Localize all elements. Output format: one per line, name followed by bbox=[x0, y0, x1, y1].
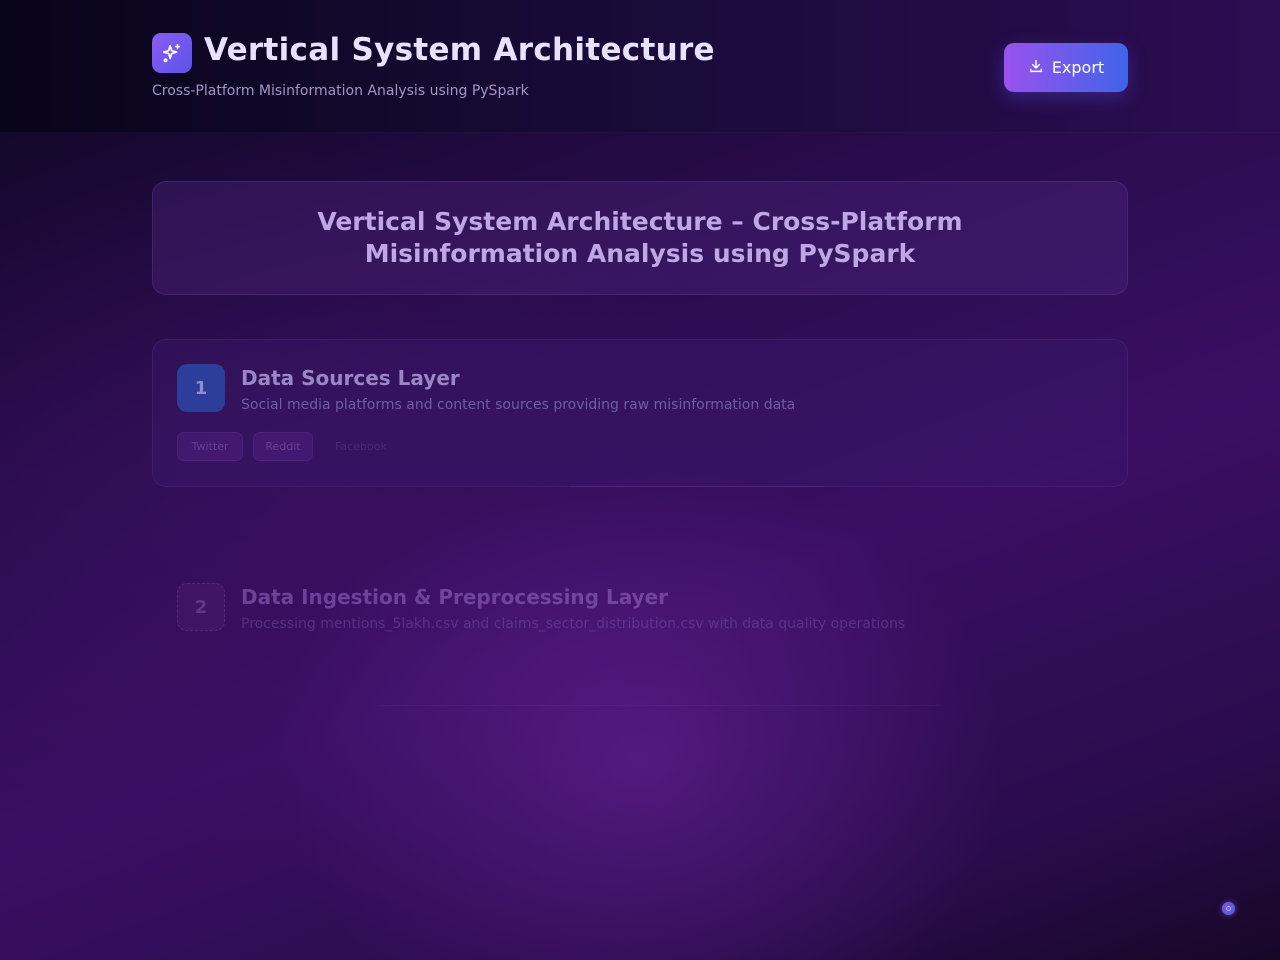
layer-number-badge: 2 bbox=[177, 583, 225, 631]
layer-description: Social media platforms and content sourc… bbox=[241, 397, 796, 413]
layer-description: Processing mentions_5lakh.csv and claims… bbox=[241, 616, 906, 632]
app-header: Vertical System Architecture Cross-Platf… bbox=[0, 0, 1280, 133]
layer-title: Data Sources Layer bbox=[241, 366, 460, 390]
architecture-title-card: Vertical System Architecture – Cross-Pla… bbox=[152, 181, 1128, 295]
connector-line bbox=[570, 486, 824, 487]
architecture-heading: Vertical System Architecture – Cross-Pla… bbox=[317, 207, 963, 268]
sparkles-icon bbox=[152, 33, 192, 73]
layer-number-badge: 1 bbox=[177, 364, 225, 412]
page-title: Vertical System Architecture bbox=[204, 32, 715, 68]
source-chip-reddit[interactable]: Reddit bbox=[253, 432, 313, 461]
help-indicator-icon[interactable] bbox=[1222, 902, 1235, 915]
layer-divider bbox=[380, 705, 940, 706]
layer-card-data-sources[interactable] bbox=[152, 339, 1128, 487]
source-chip-twitter[interactable]: Twitter bbox=[177, 432, 243, 461]
layer-title: Data Ingestion & Preprocessing Layer bbox=[241, 585, 669, 609]
export-button[interactable]: Export bbox=[1004, 43, 1128, 92]
page-subtitle: Cross-Platform Misinformation Analysis u… bbox=[152, 83, 529, 99]
download-icon bbox=[1028, 58, 1044, 78]
export-label: Export bbox=[1051, 58, 1105, 77]
source-chip-facebook[interactable]: Facebook bbox=[323, 432, 399, 461]
